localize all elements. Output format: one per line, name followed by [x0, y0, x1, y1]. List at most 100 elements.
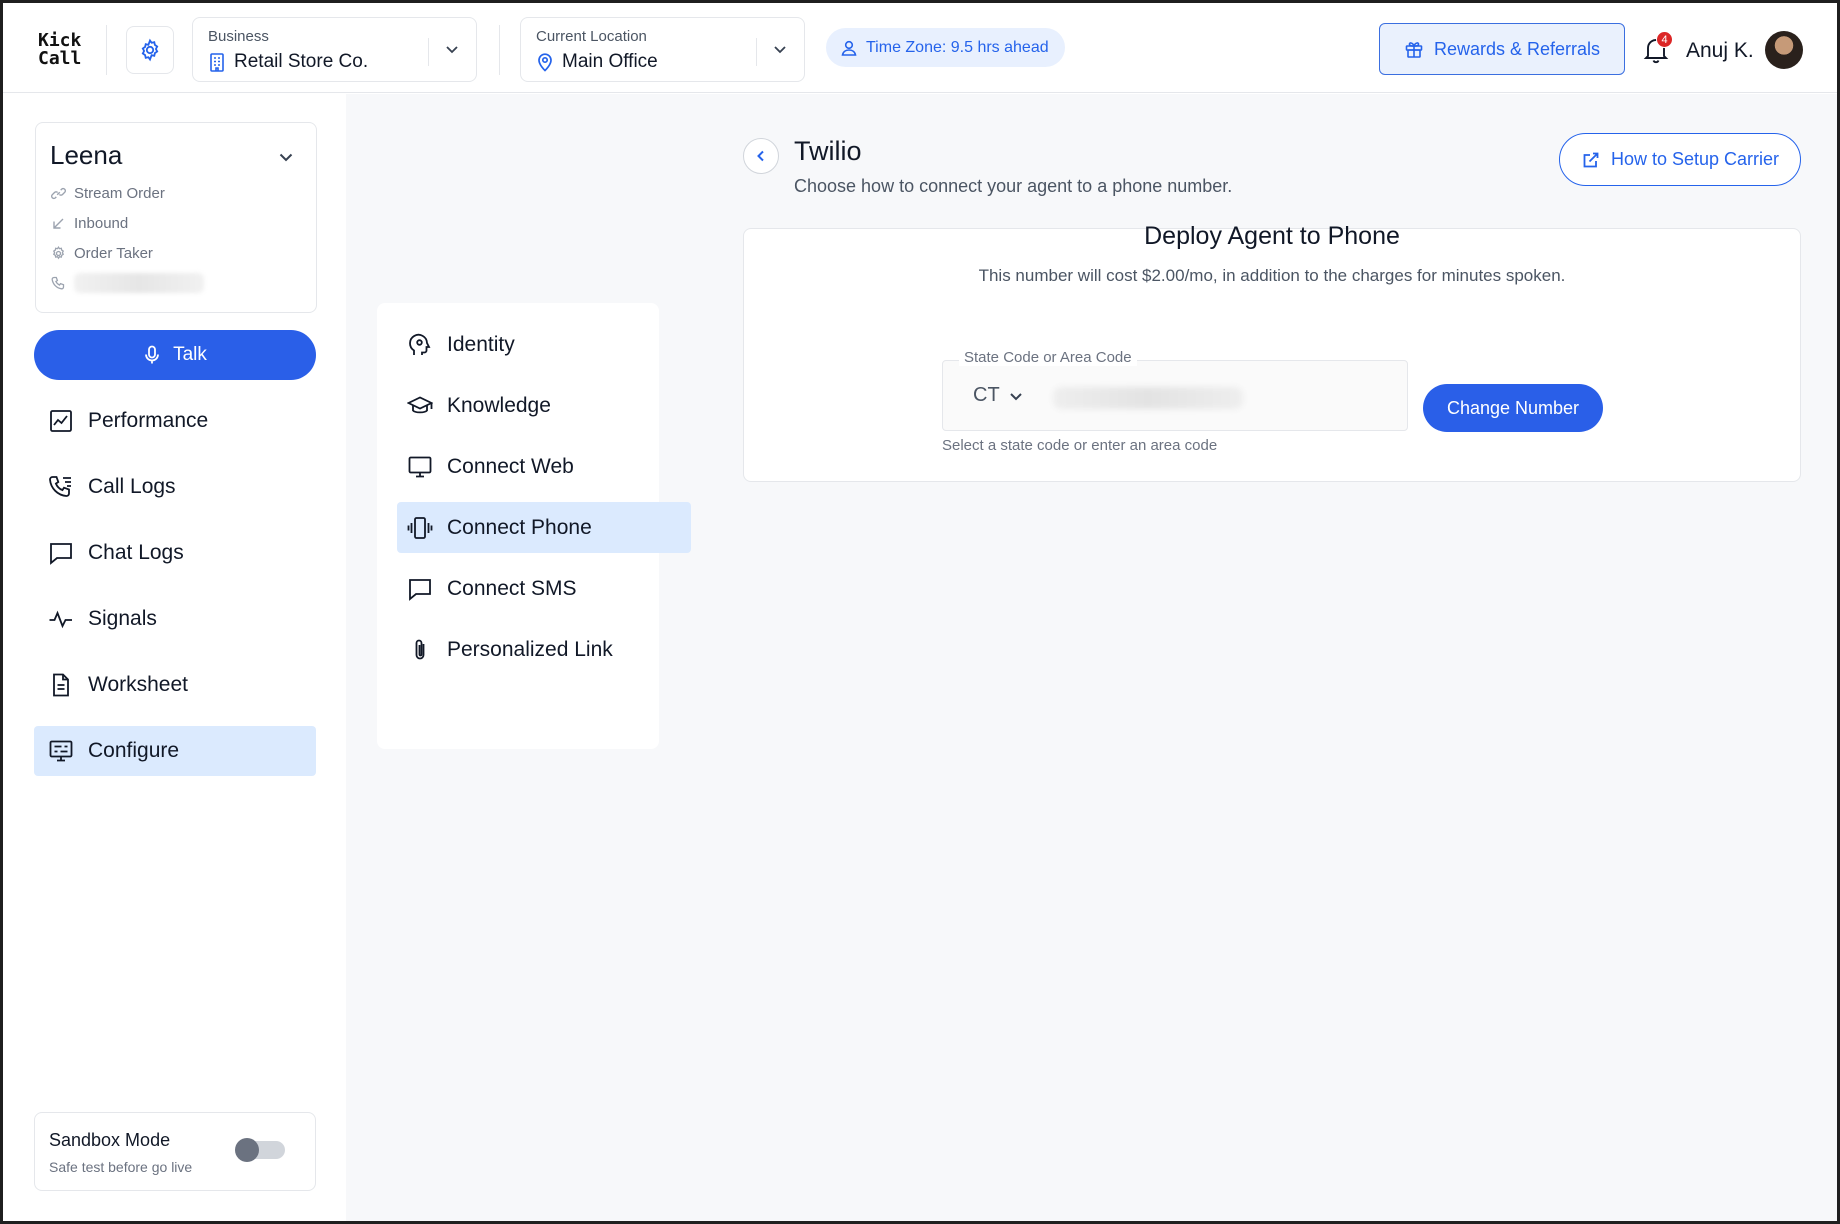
- subnav-item-label: Knowledge: [447, 393, 551, 417]
- settings-button[interactable]: [126, 26, 174, 74]
- business-caption: Business: [208, 28, 269, 45]
- chevron-down-icon: [1008, 388, 1024, 404]
- subnav-item-label: Connect Web: [447, 454, 574, 478]
- building-icon: [208, 52, 226, 72]
- agent-name: Leena: [50, 140, 123, 170]
- user-icon: [840, 39, 858, 57]
- sidebar-item-signals[interactable]: Signals: [34, 594, 316, 644]
- deploy-subtitle: This number will cost $2.00/mo, in addit…: [978, 266, 1566, 285]
- agent-meta-label: Order Taker: [74, 245, 153, 262]
- gift-icon: [1404, 39, 1424, 59]
- sandbox-mode-card: Sandbox Mode Safe test before go live: [34, 1112, 316, 1191]
- monitor-icon: [407, 454, 433, 480]
- rewards-referrals-button[interactable]: Rewards & Referrals: [1379, 23, 1625, 75]
- timezone-text: Time Zone: 9.5 hrs ahead: [866, 38, 1049, 56]
- subnav-item-connect-web[interactable]: Connect Web: [397, 441, 659, 492]
- chat-icon: [48, 540, 74, 566]
- state-code-select[interactable]: CT: [973, 384, 1024, 407]
- gear-icon: [138, 38, 162, 62]
- sidebar-item-label: Signals: [88, 607, 157, 630]
- cog-icon: [51, 246, 66, 261]
- chart-icon: [48, 408, 74, 434]
- agent-meta-role: Order Taker: [51, 245, 153, 262]
- graduation-cap-icon: [407, 393, 433, 419]
- sidebar-item-performance[interactable]: Performance: [34, 396, 316, 446]
- location-pin-icon: [536, 52, 554, 72]
- agent-card[interactable]: Leena Stream Order Inbound Order Taker: [35, 122, 317, 313]
- top-bar: Kick Call Business Retail Store Co. Curr…: [3, 3, 1837, 93]
- change-number-button[interactable]: Change Number: [1423, 384, 1603, 432]
- configure-subnav: Identity Knowledge Connect Web Connect P…: [377, 303, 691, 749]
- state-code-value: CT: [973, 384, 1000, 406]
- message-icon: [407, 576, 433, 602]
- agent-meta-stream: Stream Order: [51, 185, 165, 202]
- external-link-icon: [1581, 150, 1601, 170]
- sidebar-item-call-logs[interactable]: Call Logs: [34, 462, 316, 512]
- chevron-left-icon: [753, 148, 769, 164]
- sidebar-item-chat-logs[interactable]: Chat Logs: [34, 528, 316, 578]
- main-content: Identity Knowledge Connect Web Connect P…: [346, 94, 1837, 1221]
- area-code-help-text: Select a state code or enter an area cod…: [942, 437, 1218, 454]
- agent-meta-label: Stream Order: [74, 185, 165, 202]
- app-logo[interactable]: Kick Call: [38, 32, 81, 68]
- page-subtitle: Choose how to connect your agent to a ph…: [794, 176, 1233, 196]
- sidebar-item-configure[interactable]: Configure: [34, 726, 316, 776]
- deploy-title: Deploy Agent to Phone: [1144, 222, 1400, 250]
- location-value: Main Office: [562, 51, 658, 72]
- subnav-item-label: Identity: [447, 332, 515, 356]
- back-button[interactable]: [743, 138, 779, 174]
- subnav-item-knowledge[interactable]: Knowledge: [397, 380, 659, 431]
- chevron-down-icon: [443, 40, 461, 58]
- document-icon: [48, 672, 74, 698]
- sandbox-subtitle: Safe test before go live: [49, 1159, 193, 1175]
- configure-icon: [48, 738, 74, 764]
- subnav-item-personalized-link[interactable]: Personalized Link: [397, 624, 659, 675]
- agent-meta-phone: [51, 273, 204, 293]
- area-code-label: State Code or Area Code: [959, 349, 1137, 366]
- user-name[interactable]: Anuj K.: [1686, 39, 1754, 63]
- talk-button[interactable]: Talk: [34, 330, 316, 380]
- rewards-label: Rewards & Referrals: [1433, 38, 1601, 59]
- timezone-badge: Time Zone: 9.5 hrs ahead: [826, 28, 1065, 67]
- agent-meta-label: Inbound: [74, 215, 129, 232]
- sandbox-toggle[interactable]: [235, 1138, 285, 1162]
- subnav-item-identity[interactable]: Identity: [397, 319, 659, 370]
- business-selector[interactable]: Business Retail Store Co.: [192, 17, 477, 82]
- business-value: Retail Store Co.: [234, 51, 369, 72]
- logo-line-2: Call: [38, 48, 82, 69]
- page-title: Twilio: [794, 136, 862, 166]
- vibrating-phone-icon: [407, 515, 433, 541]
- sidebar-item-label: Call Logs: [88, 475, 176, 498]
- agent-meta-inbound: Inbound: [51, 215, 128, 232]
- toggle-knob: [235, 1138, 259, 1162]
- chevron-down-icon: [771, 40, 789, 58]
- area-code-field[interactable]: State Code or Area Code CT: [942, 349, 1408, 431]
- subnav-item-label: Connect SMS: [447, 576, 577, 600]
- activity-icon: [48, 606, 74, 632]
- link-icon: [51, 186, 66, 201]
- paperclip-icon: [407, 637, 433, 663]
- avatar[interactable]: [1765, 31, 1803, 69]
- sidebar-item-worksheet[interactable]: Worksheet: [34, 660, 316, 710]
- divider: [106, 25, 107, 75]
- subnav-item-label: Connect Phone: [447, 515, 592, 539]
- subnav-item-label: Personalized Link: [447, 637, 613, 661]
- redacted-area-code-input[interactable]: [1053, 387, 1243, 409]
- sidebar-item-label: Worksheet: [88, 673, 188, 696]
- location-caption: Current Location: [536, 28, 647, 45]
- sandbox-title: Sandbox Mode: [49, 1130, 171, 1150]
- head-gear-icon: [407, 332, 433, 358]
- sidebar-item-label: Performance: [88, 409, 209, 432]
- subnav-item-connect-phone[interactable]: Connect Phone: [397, 502, 691, 553]
- talk-label: Talk: [173, 344, 207, 365]
- location-selector[interactable]: Current Location Main Office: [520, 17, 805, 82]
- sidebar-item-label: Chat Logs: [88, 541, 184, 564]
- sidebar-item-label: Configure: [88, 739, 180, 762]
- arrow-down-left-icon: [51, 216, 66, 231]
- phone-list-icon: [48, 474, 74, 500]
- notification-badge: 4: [1656, 31, 1673, 48]
- microphone-icon: [143, 345, 161, 365]
- subnav-item-connect-sms[interactable]: Connect SMS: [397, 563, 659, 614]
- chevron-down-icon[interactable]: [276, 147, 296, 167]
- how-to-setup-carrier-button[interactable]: How to Setup Carrier: [1559, 133, 1801, 186]
